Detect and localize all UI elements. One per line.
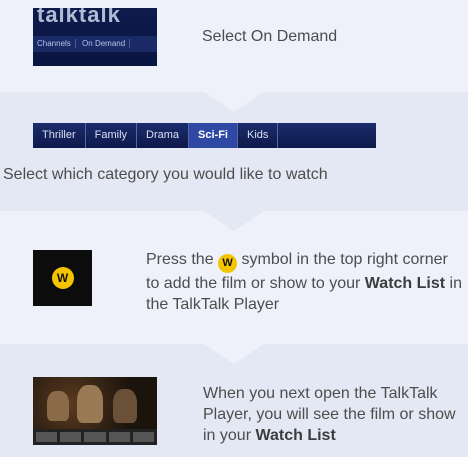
category-sci-fi: Sci-Fi — [189, 123, 238, 148]
watch-list-label: Watch List — [255, 427, 336, 444]
step-2-panel — [0, 92, 468, 211]
step-1-text: Select On Demand — [202, 28, 338, 45]
step-1-panel: talktalk Channels On Demand Select On De… — [0, 0, 468, 92]
tv-menu-bar: Channels On Demand — [33, 36, 157, 52]
on-demand-screenshot: talktalk Channels On Demand — [33, 8, 157, 66]
watch-list-label: Watch List — [364, 275, 446, 292]
menu-item-on-demand: On Demand — [78, 39, 131, 48]
step-4-text: When you next open the TalkTalk Player, … — [203, 385, 456, 444]
menu-item-channels: Channels — [33, 39, 76, 48]
watch-list-button-screenshot: W — [33, 250, 92, 306]
talktalk-logo: talktalk — [37, 8, 121, 27]
category-drama: Drama — [137, 123, 190, 148]
category-bar-screenshot: Thriller Family Drama Sci-Fi Kids — [33, 123, 376, 148]
w-inline-icon: W — [218, 254, 238, 273]
thumbnail-strip — [33, 429, 157, 445]
step-2-text: Select which category you would like to … — [3, 166, 328, 183]
category-kids: Kids — [238, 123, 279, 148]
step-3-text: Press the W symbol in the top right corn… — [146, 251, 462, 313]
step-arrow — [204, 344, 264, 364]
category-family: Family — [86, 123, 138, 148]
step-arrow — [204, 211, 264, 231]
w-icon: W — [51, 267, 74, 289]
step-arrow — [204, 92, 264, 112]
category-thriller: Thriller — [33, 123, 86, 148]
player-screenshot — [33, 377, 157, 445]
